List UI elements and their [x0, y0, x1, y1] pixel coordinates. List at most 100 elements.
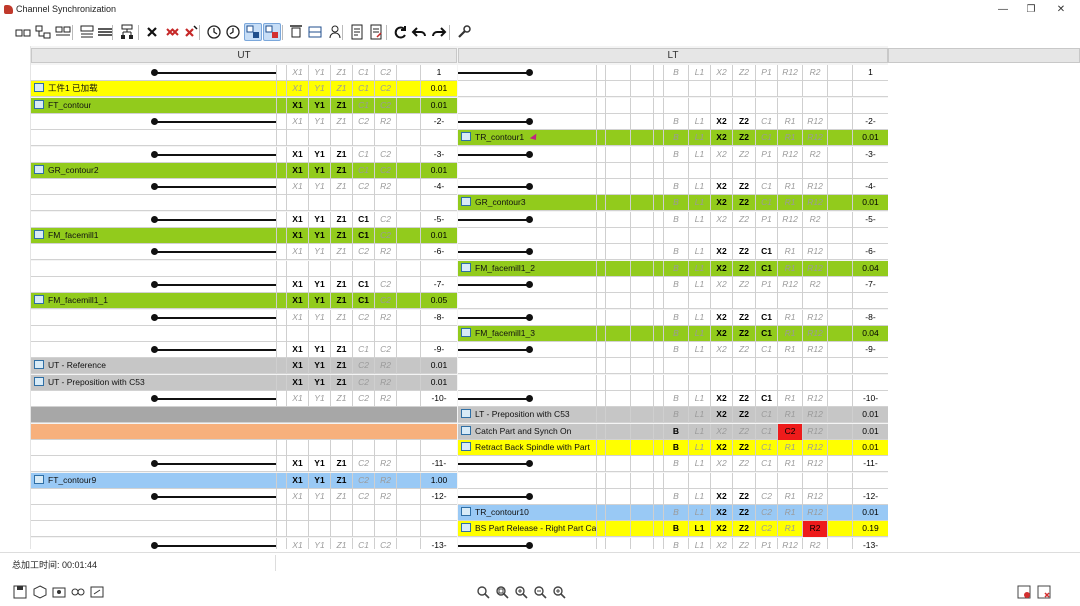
sync-point-icon[interactable]: [526, 248, 533, 256]
lt-row[interactable]: B L1 X2 Z2 C1 R1 R12 -11-: [458, 456, 888, 473]
sync-point-icon[interactable]: [151, 150, 158, 158]
ut-row[interactable]: X1 Y1 Z1 C1 C2 -9-: [31, 342, 457, 359]
sync-point-icon[interactable]: [151, 346, 158, 354]
lt-operation-row[interactable]: B L1 X2 Z2 C1 R1 R12 0.01 LT - Preposition with …: [458, 407, 888, 424]
sync-point-icon[interactable]: [526, 150, 533, 158]
ut-row[interactable]: X1 Y1 Z1 C2 R2 -6-: [31, 244, 457, 261]
lt-row[interactable]: B L1 X2 Z2 C1 R1 R12 -9-: [458, 342, 888, 359]
zoom-minus-icon[interactable]: [532, 584, 548, 600]
sync-point-icon[interactable]: [151, 117, 158, 125]
ut-operation-row[interactable]: X1 Y1 Z1 C2 R2 1.00 FT_contour9: [31, 472, 457, 489]
ut-row[interactable]: X1 Y1 Z1 C2 R2 -11-: [31, 456, 457, 473]
lt-row[interactable]: B L1 X2 Z2 C1 R1 R12 -4-: [458, 179, 888, 196]
ut-row[interactable]: X1 Y1 Z1 C1 C2 1: [31, 65, 457, 81]
error-report-icon[interactable]: [1016, 584, 1032, 600]
lt-row[interactable]: B L1 X2 Z2 P1 R12 R2 1: [458, 65, 888, 81]
sync-point-icon[interactable]: [526, 183, 533, 191]
ut-row[interactable]: X1 Y1 Z1 C2 R2 -2-: [31, 113, 457, 130]
lt-row[interactable]: B L1 X2 Z2 P1 R12 R2 -3-: [458, 146, 888, 163]
layout-two-channel-icon[interactable]: [14, 23, 32, 41]
sync-point-icon[interactable]: [526, 313, 533, 321]
ut-row[interactable]: X1 Y1 Z1 C2 R2 -8-: [31, 309, 457, 326]
lt-row[interactable]: B L1 X2 Z2 C1 R1 R12 -2-: [458, 113, 888, 130]
ut-channel-header[interactable]: UT: [31, 48, 457, 63]
ut-operation-row[interactable]: X1 Y1 Z1 C1 C2 0.01 FT_contour: [31, 97, 457, 114]
wrench-icon[interactable]: [455, 23, 473, 41]
lt-row[interactable]: B L1 X2 Z2 C1 R1 R12 -10-: [458, 391, 888, 407]
lt-row[interactable]: B L1 X2 Z2 P1 R12 R2 -7-: [458, 276, 888, 293]
lt-channel-header[interactable]: LT: [458, 48, 888, 63]
ut-row[interactable]: X1 Y1 Z1 C1 C2 -13-: [31, 537, 457, 549]
ut-operation-row[interactable]: X1 Y1 Z1 C2 R2 0.01 UT - Preposition with C53: [31, 374, 457, 391]
lt-operation-row[interactable]: B L1 X2 Z2 C1 C2 R12 0.01 Catch Part and Synch O…: [458, 423, 888, 440]
lt-operation-row[interactable]: B L1 X2 Z2 C1 R1 R12 0.04 FM_facemill1_3: [458, 325, 888, 342]
redo-icon[interactable]: [430, 23, 448, 41]
ut-row[interactable]: X1 Y1 Z1 C2 R2 -10-: [31, 391, 457, 407]
zoom-out-icon[interactable]: [475, 584, 491, 600]
minimize-button[interactable]: —: [995, 3, 1011, 17]
lt-row[interactable]: B L1 X2 Z2 C2 R1 R12 -12-: [458, 488, 888, 505]
maximize-button[interactable]: ❐: [1023, 3, 1039, 17]
sync-point-icon[interactable]: [151, 460, 158, 468]
channel-move-red-icon[interactable]: [263, 23, 281, 41]
sync-point-icon[interactable]: [151, 69, 158, 76]
save-icon[interactable]: [12, 584, 28, 600]
sync-point-icon[interactable]: [151, 541, 158, 549]
ut-operation-row[interactable]: X1 Y1 Z1 C1 C2 0.01 FM_facemill1: [31, 228, 457, 244]
sync-point-icon[interactable]: [151, 395, 158, 402]
close-report-icon[interactable]: [1036, 584, 1052, 600]
layout-list-icon[interactable]: [78, 23, 96, 41]
sync-point-icon[interactable]: [526, 215, 533, 223]
sync-point-icon[interactable]: [526, 280, 533, 288]
lt-operation-row[interactable]: B L1 X2 Z2 C1 R1 R12 0.04 FM_facemill1_2: [458, 260, 888, 277]
sync-point-icon[interactable]: [151, 183, 158, 191]
ut-row[interactable]: [31, 407, 457, 424]
undo-icon[interactable]: [410, 23, 428, 41]
lt-operation-row[interactable]: B L1 X2 Z2 C1 R1 R12 0.01 Retract Back Spindle w…: [458, 439, 888, 456]
lt-row[interactable]: B L1 X2 Z2 C1 R1 R12 -6-: [458, 244, 888, 261]
align-middle-icon[interactable]: [306, 23, 324, 41]
channel-move-icon[interactable]: [244, 23, 262, 41]
clock-reset-icon[interactable]: [224, 23, 242, 41]
sync-point-icon[interactable]: [151, 215, 158, 223]
report-edit-icon[interactable]: [367, 23, 385, 41]
sync-point-icon[interactable]: [151, 313, 158, 321]
lt-operation-row[interactable]: B L1 X2 Z2 C1 R1 R12 0.01 GR_contour3: [458, 195, 888, 212]
sync-point-icon[interactable]: [151, 280, 158, 288]
lt-row[interactable]: B L1 X2 Z2 P1 R12 R2 -5-: [458, 211, 888, 228]
layout-tree-icon[interactable]: [34, 23, 52, 41]
part-icon[interactable]: [32, 584, 48, 600]
ut-row[interactable]: X1 Y1 Z1 C1 C2 -5-: [31, 211, 457, 228]
ut-row[interactable]: [31, 423, 457, 440]
machine-icon[interactable]: [51, 584, 67, 600]
sync-point-icon[interactable]: [526, 492, 533, 500]
ut-operation-row[interactable]: X1 Y1 Z1 C2 R2 0.01 UT - Reference: [31, 358, 457, 375]
layout-split-icon[interactable]: [54, 23, 72, 41]
simulation-icon[interactable]: [70, 584, 86, 600]
clock-icon[interactable]: [205, 23, 223, 41]
sync-point-icon[interactable]: [151, 248, 158, 256]
report-icon[interactable]: [348, 23, 366, 41]
ut-operation-row[interactable]: X1 Y1 Z1 C1 C2 0.01 工件1 已加载: [31, 81, 457, 98]
sync-point-icon[interactable]: [526, 395, 533, 402]
sync-point-icon[interactable]: [526, 117, 533, 125]
delete-all-icon[interactable]: [163, 23, 181, 41]
close-button[interactable]: ✕: [1053, 3, 1069, 17]
ut-row[interactable]: X1 Y1 Z1 C2 R2 -12-: [31, 488, 457, 505]
delete-icon[interactable]: [143, 23, 161, 41]
lt-row[interactable]: B L1 X2 Z2 C1 R1 R12 -8-: [458, 309, 888, 326]
ut-row[interactable]: X1 Y1 Z1 C1 C2 -7-: [31, 276, 457, 293]
delete-sync-icon[interactable]: [182, 23, 200, 41]
align-top-icon[interactable]: [287, 23, 305, 41]
sync-point-icon[interactable]: [526, 541, 533, 549]
ut-row[interactable]: X1 Y1 Z1 C2 R2 -4-: [31, 179, 457, 196]
sync-point-icon[interactable]: [151, 492, 158, 500]
ut-operation-row[interactable]: X1 Y1 Z1 C1 C2 0.05 FM_facemill1_1: [31, 293, 457, 310]
export-icon[interactable]: [89, 584, 105, 600]
sync-point-icon[interactable]: [526, 346, 533, 354]
sync-point-icon[interactable]: [526, 460, 533, 468]
lt-operation-row[interactable]: B L1 X2 Z2 C2 R1 R2 0.19 BS Part Release - Right…: [458, 521, 888, 538]
lt-operation-row[interactable]: B L1 X2 Z2 C2 R1 R12 0.01 TR_contour10: [458, 505, 888, 522]
ut-operation-row[interactable]: X1 Y1 Z1 C1 C2 0.01 GR_contour2: [31, 162, 457, 179]
zoom-fit-icon[interactable]: [494, 584, 510, 600]
